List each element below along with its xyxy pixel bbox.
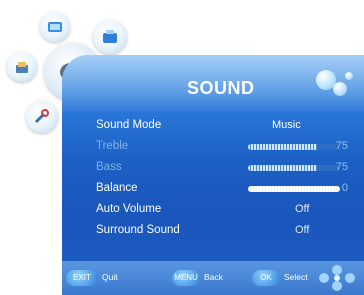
lock-icon bbox=[16, 62, 28, 73]
hint-bar: EXIT Quit MENU Back OK Select bbox=[62, 261, 364, 295]
menu-item-bass[interactable]: Bass 75 bbox=[96, 159, 358, 179]
picture-orb[interactable] bbox=[40, 12, 70, 42]
setup-orb[interactable] bbox=[26, 101, 58, 133]
menu-item-label: Balance bbox=[96, 182, 138, 194]
navigation-arrows-icon bbox=[319, 265, 355, 291]
picture-icon bbox=[48, 22, 62, 32]
setup-icon bbox=[34, 109, 49, 124]
menu-item-label: Bass bbox=[96, 161, 122, 173]
bubbles-icon bbox=[314, 68, 358, 104]
ok-key-icon: OK bbox=[252, 270, 280, 286]
menu-item-sound-mode[interactable]: Sound Mode Music bbox=[86, 117, 358, 137]
slider-fill bbox=[248, 144, 317, 150]
menu-item-treble[interactable]: Treble 75 bbox=[96, 138, 358, 158]
menu-item-value: 0 bbox=[341, 182, 348, 194]
exit-key-icon: EXIT bbox=[66, 270, 98, 286]
menu-item-value: 75 bbox=[335, 161, 348, 173]
menu-item-label: Treble bbox=[96, 140, 129, 152]
balance-slider[interactable] bbox=[248, 186, 340, 192]
menu-item-balance[interactable]: Balance 0 bbox=[96, 180, 358, 200]
menu-item-auto-volume[interactable]: Auto Volume Off bbox=[96, 201, 358, 221]
menu-item-surround-sound[interactable]: Surround Sound Off bbox=[96, 222, 358, 242]
menu-item-label: Sound Mode bbox=[96, 119, 162, 131]
slider-fill bbox=[248, 186, 340, 192]
slider-fill bbox=[248, 165, 317, 171]
hint-label: Select bbox=[284, 272, 308, 282]
menu-item-value: Music bbox=[272, 119, 301, 131]
channel-icon bbox=[103, 30, 117, 43]
menu-item-value: Off bbox=[295, 224, 310, 236]
menu-title: SOUND bbox=[187, 78, 255, 98]
channel-orb[interactable] bbox=[93, 20, 127, 54]
hint-label: Quit bbox=[102, 272, 118, 282]
menu-item-label: Auto Volume bbox=[96, 203, 162, 215]
treble-slider[interactable] bbox=[248, 144, 340, 150]
menu-item-value: 75 bbox=[335, 140, 348, 152]
menu-key-icon: MENU bbox=[172, 270, 200, 286]
menu-item-label: Surround Sound bbox=[96, 224, 180, 236]
hint-label: Back bbox=[204, 272, 223, 282]
menu-item-value: Off bbox=[295, 203, 310, 215]
bass-slider[interactable] bbox=[248, 165, 340, 171]
sound-menu-panel: SOUND Sound Mode Music Treble 75 Bass 75… bbox=[62, 55, 364, 295]
lock-orb[interactable] bbox=[7, 52, 37, 82]
